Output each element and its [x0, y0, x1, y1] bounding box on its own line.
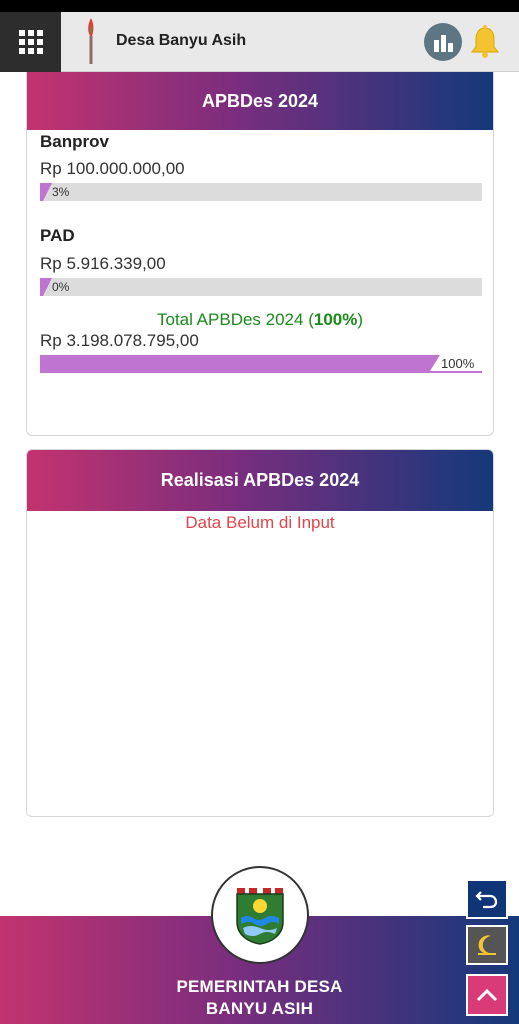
progress-bar-pad: 0%: [40, 278, 482, 296]
realisasi-card: Realisasi APBDes 2024 Data Belum di Inpu…: [26, 449, 494, 817]
total-title: Total APBDes 2024 (100%): [27, 310, 493, 330]
scroll-top-button[interactable]: [466, 974, 508, 1016]
top-bar: Desa Banyu Asih: [0, 12, 519, 72]
total-title-label: Total APBDes 2024 (: [156, 310, 314, 329]
grid-menu-button[interactable]: [0, 12, 61, 72]
footer-line-1: PEMERINTAH DESA: [176, 977, 343, 996]
progress-bar-total: 100%: [40, 355, 482, 373]
status-bar: [0, 0, 519, 12]
total-title-percent: 100%: [313, 310, 358, 329]
progress-label-pad: 0%: [52, 280, 70, 294]
grid-menu-icon: [18, 30, 43, 54]
app-title: Desa Banyu Asih: [116, 32, 247, 49]
total-amount: Rp 3.198.078.795,00: [40, 331, 199, 350]
footer-line-2: BANYU ASIH: [205, 999, 314, 1018]
bar-chart-icon: [434, 35, 453, 52]
empty-data-message: Data Belum di Input: [185, 513, 335, 532]
progress-label-banprov: 3%: [52, 185, 70, 199]
item-name-banprov: Banprov: [40, 132, 109, 151]
progress-bar-banprov: 3%: [40, 183, 482, 201]
moon-icon: [478, 935, 496, 955]
village-emblem: [211, 866, 309, 964]
total-title-suffix: ): [357, 310, 364, 329]
chevron-up-icon: [476, 988, 498, 1002]
progress-fill-pad: [40, 278, 52, 296]
item-amount-banprov: Rp 100.000.000,00: [40, 159, 185, 178]
item-amount-pad: Rp 5.916.339,00: [40, 254, 166, 273]
stats-button[interactable]: [424, 23, 462, 61]
torch-logo-icon: [88, 18, 94, 64]
realisasi-card-title: Realisasi APBDes 2024: [27, 450, 493, 511]
village-emblem-icon: [236, 888, 284, 945]
progress-fill-banprov: [40, 183, 52, 201]
theme-toggle-button[interactable]: [466, 925, 508, 965]
item-name-pad: PAD: [40, 226, 75, 245]
progress-fill-total: [40, 355, 440, 371]
apbdes-card-title: APBDes 2024: [27, 72, 493, 130]
bell-icon[interactable]: [470, 25, 500, 59]
apbdes-card: APBDes 2024 Banprov Rp 100.000.000,00 3%…: [26, 72, 494, 436]
progress-label-total: 100%: [441, 356, 475, 371]
back-arrow-icon: [475, 891, 498, 909]
back-button[interactable]: [466, 879, 508, 919]
